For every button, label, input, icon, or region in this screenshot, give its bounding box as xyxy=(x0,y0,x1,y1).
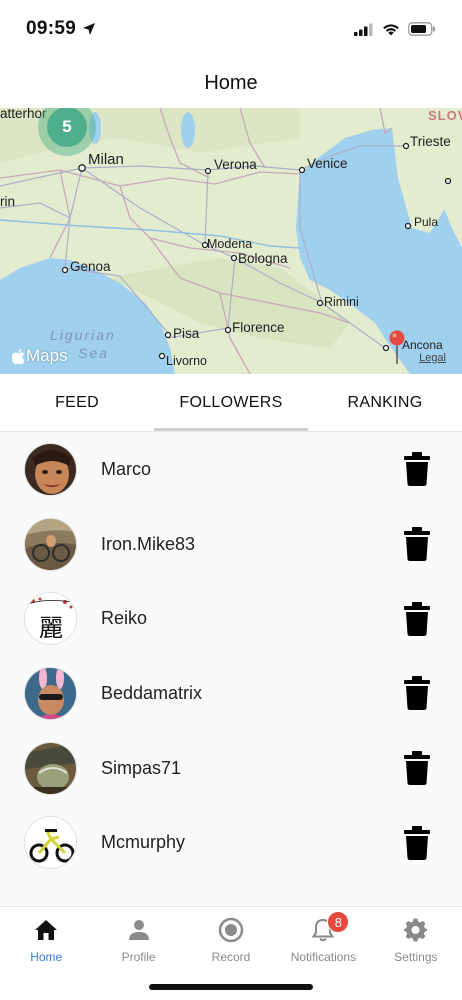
gear-icon xyxy=(403,918,427,942)
apple-logo-icon xyxy=(12,348,25,364)
app-header: Home xyxy=(0,58,462,108)
avatar[interactable] xyxy=(24,666,77,720)
city-label-milan: Milan xyxy=(88,151,124,168)
city-label-modena: Modena xyxy=(207,237,252,251)
nav-settings[interactable]: Settings xyxy=(370,907,462,976)
legal-link[interactable]: Legal xyxy=(419,352,446,364)
cellular-signal-icon xyxy=(354,23,373,36)
nav-label: Profile xyxy=(121,950,156,964)
avatar-glyph: 麗 xyxy=(39,614,63,642)
city-label-livorno: Livorno xyxy=(166,354,207,368)
notification-badge: 8 xyxy=(327,911,350,933)
record-icon xyxy=(218,917,244,943)
tab-followers[interactable]: FOLLOWERS xyxy=(154,374,308,431)
person-icon xyxy=(128,920,149,940)
status-bar: 09:59 xyxy=(0,0,462,58)
map-view[interactable]: atterhor rin Milan Verona Venice Trieste… xyxy=(0,108,462,374)
city-label-venice: Venice xyxy=(307,156,348,171)
trash-icon[interactable] xyxy=(404,676,430,711)
segment-tabs: FEED FOLLOWERS RANKING xyxy=(0,374,462,432)
cluster-count: 5 xyxy=(47,108,87,147)
clock-text: 09:59 xyxy=(26,18,77,39)
sea-label-sea: Sea xyxy=(78,345,109,361)
nav-label: Notifications xyxy=(290,950,357,964)
city-label-pula: Pula xyxy=(414,215,438,229)
list-item[interactable]: Beddamatrix xyxy=(0,656,462,731)
trash-icon[interactable] xyxy=(404,452,430,487)
status-indicators xyxy=(354,22,436,36)
maps-attribution-text: Maps xyxy=(26,346,68,365)
bottom-navigation: Home Profile Record 8 Notifications Sett… xyxy=(0,906,462,976)
city-label-florence: Florence xyxy=(232,320,285,335)
home-indicator xyxy=(149,984,313,990)
list-item[interactable]: Iron.Mike83 xyxy=(0,507,462,582)
tab-feed[interactable]: FEED xyxy=(0,374,154,431)
trash-icon[interactable] xyxy=(404,825,430,860)
wifi-icon xyxy=(383,23,399,35)
location-arrow-icon xyxy=(83,23,96,35)
city-label-trieste: Trieste xyxy=(410,134,451,149)
avatar[interactable] xyxy=(24,517,77,571)
list-item[interactable]: 麗 Reiko xyxy=(0,581,462,656)
nav-record[interactable]: Record xyxy=(185,907,277,976)
status-time: 09:59 xyxy=(26,18,96,40)
nav-label: Home xyxy=(30,950,63,964)
battery-icon xyxy=(408,22,435,36)
list-item[interactable]: Simpas71 xyxy=(0,731,462,806)
sea-label-ligurian: Ligurian xyxy=(50,327,116,343)
trash-icon[interactable] xyxy=(404,601,430,636)
city-label-genoa: Genoa xyxy=(70,259,111,274)
maps-attribution: Maps xyxy=(12,346,68,366)
city-label-rin: rin xyxy=(0,194,15,209)
nav-home[interactable]: Home xyxy=(0,907,92,976)
page-title: Home xyxy=(204,71,258,94)
trash-icon[interactable] xyxy=(404,751,430,786)
nav-label: Settings xyxy=(394,950,438,964)
region-label: SLOV xyxy=(428,108,462,123)
city-label-rimini: Rimini xyxy=(324,295,359,309)
avatar[interactable] xyxy=(24,816,77,870)
map-pin-icon[interactable] xyxy=(388,330,406,364)
city-label-bologna: Bologna xyxy=(238,251,288,266)
nav-notifications[interactable]: 8 Notifications xyxy=(277,907,369,976)
followers-list: Marco Iron.Mike83 麗 Reiko Beddamatrix Si… xyxy=(0,432,462,906)
nav-profile[interactable]: Profile xyxy=(92,907,184,976)
home-icon xyxy=(35,920,58,940)
nav-label: Record xyxy=(211,950,251,964)
city-label-pisa: Pisa xyxy=(173,326,200,341)
city-label-verona: Verona xyxy=(214,157,257,172)
avatar[interactable] xyxy=(24,442,77,496)
avatar[interactable]: 麗 xyxy=(24,592,77,646)
trash-icon[interactable] xyxy=(404,527,430,562)
list-item[interactable]: Mcmurphy xyxy=(0,805,462,880)
tab-ranking[interactable]: RANKING xyxy=(308,374,462,431)
list-item[interactable]: Marco xyxy=(0,432,462,507)
city-label-ancona: Ancona xyxy=(402,338,443,352)
avatar[interactable] xyxy=(24,741,77,795)
